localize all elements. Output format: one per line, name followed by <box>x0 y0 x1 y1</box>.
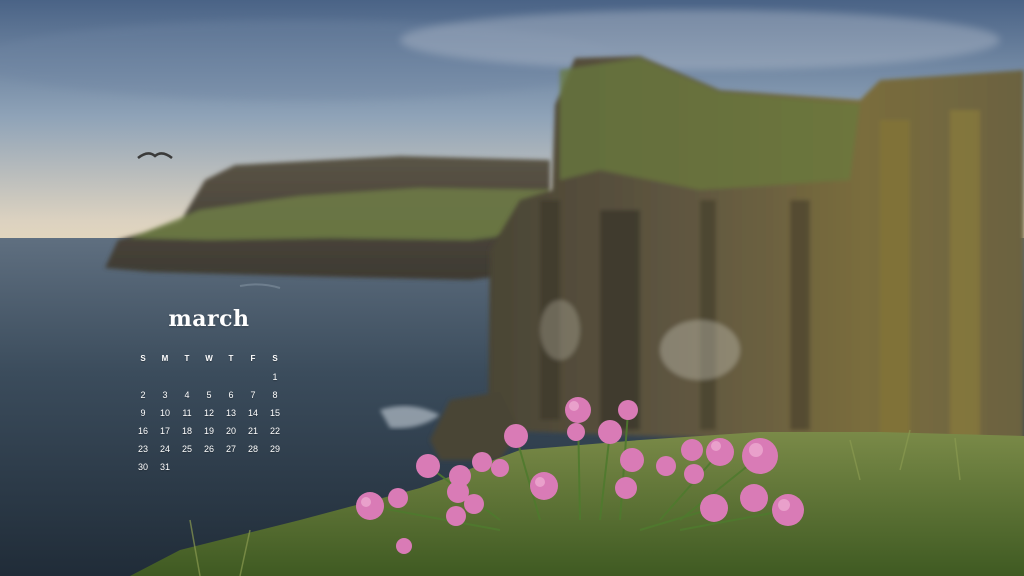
calendar-day: 29 <box>269 444 280 454</box>
calendar-day: 9 <box>140 408 146 418</box>
background-photo <box>0 0 1024 576</box>
calendar-day: 4 <box>184 390 190 400</box>
calendar-day: 31 <box>159 462 170 472</box>
calendar-grid: S M T W T F S 1 2 3 4 5 6 7 8 9 10 11 12 13 14 15 16 17 18 19 20 21… <box>132 350 286 476</box>
calendar-day: 17 <box>159 426 170 436</box>
calendar-empty-cell <box>176 368 198 386</box>
calendar-day: 26 <box>203 444 214 454</box>
calendar-day: 5 <box>206 390 212 400</box>
weekday-label: T <box>184 354 190 363</box>
calendar-day: 15 <box>269 408 280 418</box>
weekday-label: F <box>250 354 256 363</box>
calendar-day: 1 <box>272 372 278 382</box>
calendar-day: 2 <box>140 390 146 400</box>
calendar-day: 27 <box>225 444 236 454</box>
calendar-empty-cell <box>198 368 220 386</box>
calendar-day: 8 <box>272 390 278 400</box>
calendar-empty-cell <box>154 368 176 386</box>
calendar-day: 3 <box>162 390 168 400</box>
calendar-day: 18 <box>181 426 192 436</box>
calendar-day: 12 <box>203 408 214 418</box>
calendar: march S M T W T F S 1 2 3 4 5 6 7 8 9 10 11 12 13 14 15 16 17 18… <box>132 304 286 476</box>
calendar-day: 24 <box>159 444 170 454</box>
weekday-label: T <box>228 354 234 363</box>
calendar-day: 7 <box>250 390 256 400</box>
calendar-day: 13 <box>225 408 236 418</box>
calendar-empty-cell <box>132 368 154 386</box>
weekday-label: S <box>272 354 278 363</box>
calendar-day: 28 <box>247 444 258 454</box>
calendar-day: 19 <box>203 426 214 436</box>
calendar-day: 11 <box>182 408 192 418</box>
calendar-day: 6 <box>228 390 234 400</box>
calendar-month-title: march <box>168 306 250 332</box>
weekday-label: W <box>205 354 213 363</box>
calendar-empty-cell <box>220 368 242 386</box>
calendar-day: 23 <box>137 444 148 454</box>
calendar-day: 30 <box>137 462 148 472</box>
calendar-day: 14 <box>247 408 258 418</box>
calendar-day: 20 <box>225 426 236 436</box>
weekday-label: S <box>140 354 146 363</box>
calendar-day: 21 <box>247 426 258 436</box>
calendar-day: 22 <box>269 426 280 436</box>
calendar-day: 10 <box>159 408 170 418</box>
weekday-label: M <box>161 354 169 363</box>
calendar-day: 25 <box>181 444 192 454</box>
calendar-empty-cell <box>242 368 264 386</box>
calendar-day: 16 <box>137 426 148 436</box>
